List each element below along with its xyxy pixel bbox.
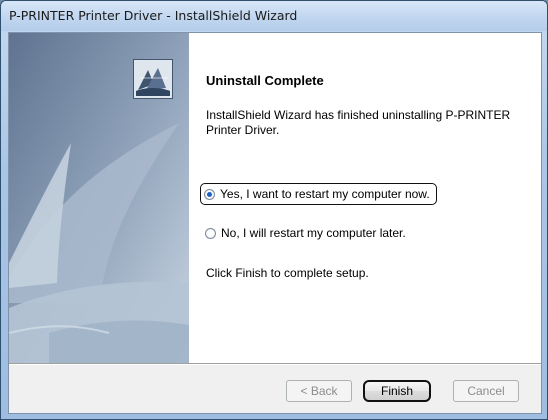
- window-title: P-PRINTER Printer Driver - InstallShield…: [9, 8, 298, 23]
- title-bar[interactable]: P-PRINTER Printer Driver - InstallShield…: [1, 1, 547, 31]
- radio-button-icon[interactable]: [205, 227, 216, 239]
- finish-button[interactable]: Finish: [363, 380, 431, 402]
- finish-instruction: Click Finish to complete setup.: [206, 266, 369, 280]
- restart-now-label: Yes, I want to restart my computer now.: [220, 187, 430, 201]
- footer-divider: [9, 363, 541, 365]
- wizard-side-banner: [9, 33, 189, 363]
- radio-button-checked-icon[interactable]: [204, 188, 215, 200]
- installshield-logo-icon: [133, 59, 173, 99]
- wizard-client-area: Uninstall Complete InstallShield Wizard …: [8, 32, 542, 414]
- cancel-button[interactable]: Cancel: [453, 380, 519, 402]
- back-button[interactable]: < Back: [286, 380, 352, 402]
- restart-later-label: No, I will restart my computer later.: [221, 226, 406, 240]
- wizard-content-panel: Uninstall Complete InstallShield Wizard …: [189, 33, 541, 363]
- restart-now-option[interactable]: Yes, I want to restart my computer now.: [200, 183, 437, 205]
- restart-later-option[interactable]: No, I will restart my computer later.: [205, 223, 406, 243]
- page-title: Uninstall Complete: [206, 73, 324, 88]
- status-message: InstallShield Wizard has finished uninst…: [206, 108, 511, 137]
- installshield-window: P-PRINTER Printer Driver - InstallShield…: [0, 0, 548, 420]
